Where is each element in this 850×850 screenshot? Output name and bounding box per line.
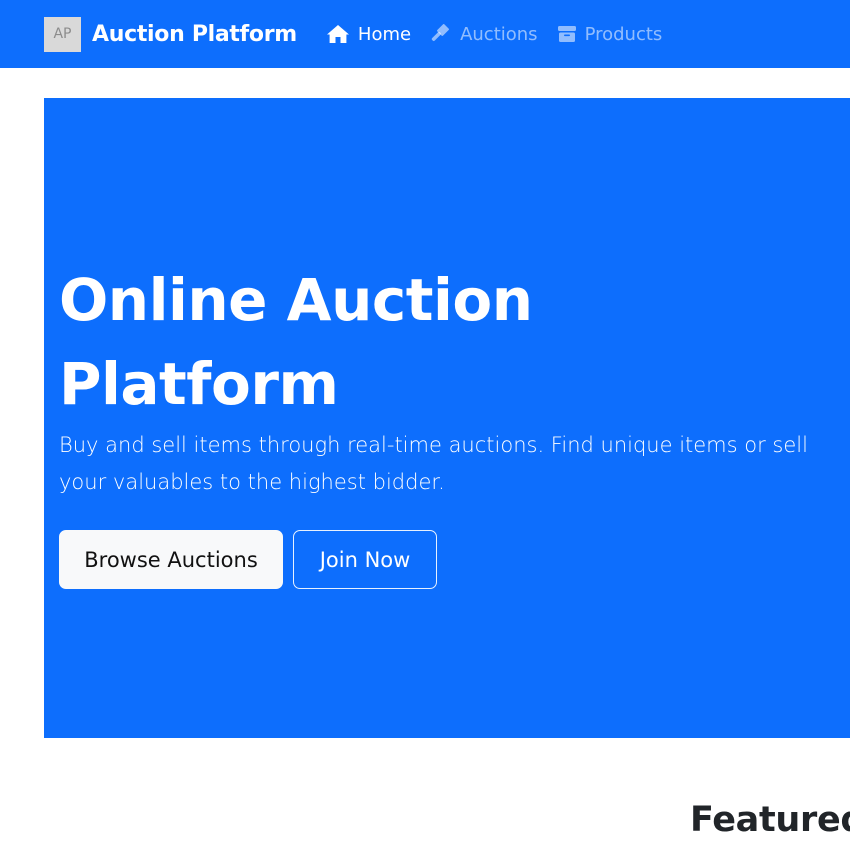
brand-link[interactable]: AP Auction Platform [44,16,297,52]
featured-heading: Featured [690,800,850,840]
join-now-button[interactable]: Join Now [293,530,437,589]
top-navbar: AP Auction Platform Home Auctions Produc… [0,0,850,68]
browse-auctions-button[interactable]: Browse Auctions [59,530,283,589]
nav-links: Home Auctions Products [326,24,681,45]
hero-lead: Buy and sell items through real-time auc… [59,433,808,494]
nav-link-label: Auctions [460,23,538,45]
house-icon [326,25,349,43]
hero-banner: Online Auction Platform Buy and sell ite… [44,98,850,738]
nav-link-home[interactable]: Home [326,24,411,45]
brand-name: Auction Platform [92,21,297,47]
nav-link-label: Products [584,23,663,45]
nav-link-label: Home [357,23,412,45]
box-icon [557,26,576,42]
hero-title: Online Auction Platform [59,266,533,418]
gavel-icon [431,24,450,41]
nav-link-auctions[interactable]: Auctions [430,23,538,45]
nav-link-products[interactable]: Products [557,23,663,45]
brand-logo: AP [44,16,81,52]
